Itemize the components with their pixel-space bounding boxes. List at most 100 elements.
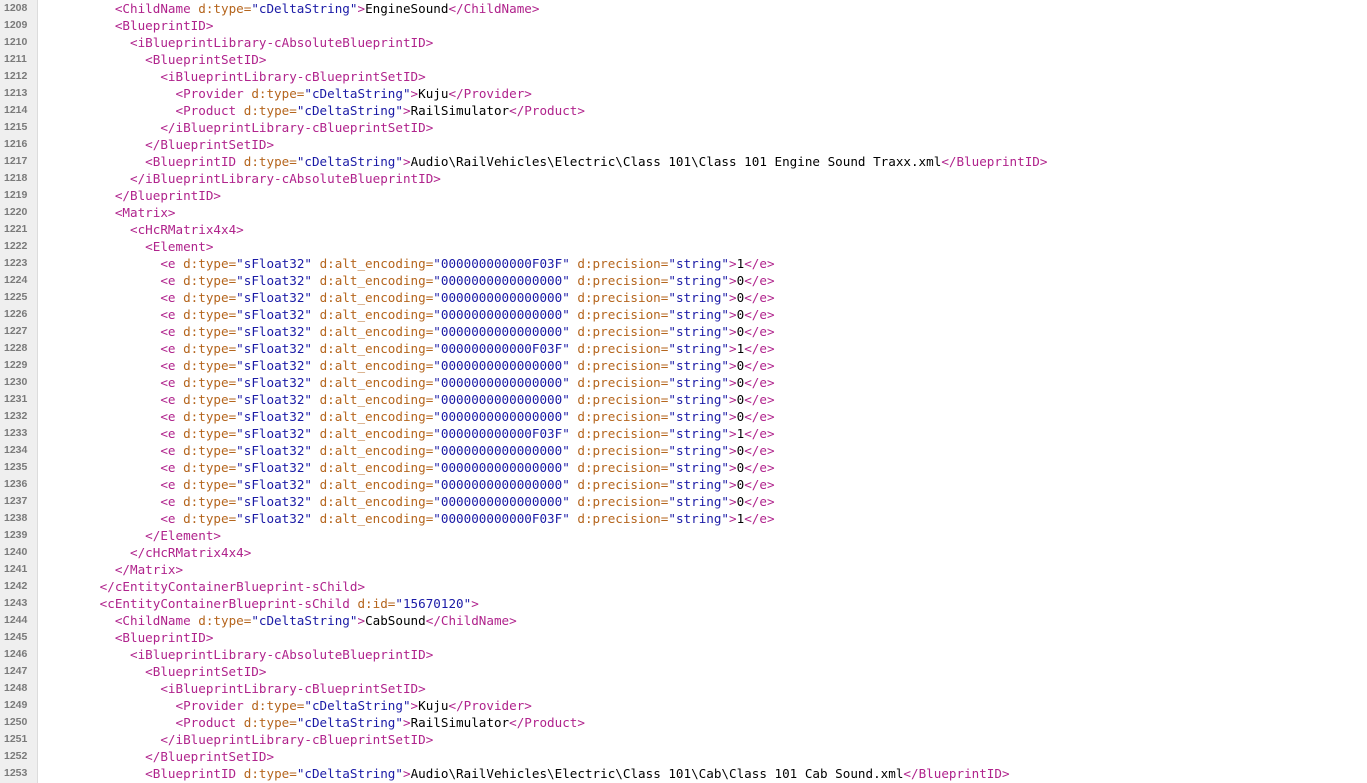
code-line[interactable]: 1220 <Matrix> — [0, 204, 1367, 221]
code-line[interactable]: 1240 </cHcRMatrix4x4> — [0, 544, 1367, 561]
code-token: d:alt_encoding= — [319, 290, 434, 305]
code-token: > — [729, 375, 737, 390]
code-line[interactable]: 1238 <e d:type="sFloat32" d:alt_encoding… — [0, 510, 1367, 527]
code-token: <e — [160, 273, 184, 288]
code-token: Audio\RailVehicles\Electric\Class 101\Cl… — [410, 154, 942, 169]
code-line[interactable]: 1242 </cEntityContainerBlueprint-sChild> — [0, 578, 1367, 595]
line-number: 1232 — [4, 410, 28, 422]
code-line[interactable]: 1213 <Provider d:type="cDeltaString">Kuj… — [0, 85, 1367, 102]
code-token: "sFloat32" — [236, 358, 320, 373]
code-line[interactable]: 1237 <e d:type="sFloat32" d:alt_encoding… — [0, 493, 1367, 510]
line-number: 1223 — [4, 257, 28, 269]
code-line[interactable]: 1246 <iBlueprintLibrary-cAbsoluteBluepri… — [0, 646, 1367, 663]
xml-code-editor[interactable]: 1208 <ChildName d:type="cDeltaString">En… — [0, 0, 1367, 783]
code-line[interactable]: 1214 <Product d:type="cDeltaString">Rail… — [0, 102, 1367, 119]
code-token: d:precision= — [577, 409, 669, 424]
code-text: <e d:type="sFloat32" d:alt_encoding="000… — [39, 391, 774, 408]
code-token: "sFloat32" — [236, 341, 320, 356]
code-line[interactable]: 1235 <e d:type="sFloat32" d:alt_encoding… — [0, 459, 1367, 476]
code-token: "cDeltaString" — [304, 86, 411, 101]
code-line[interactable]: 1209 <BlueprintID> — [0, 17, 1367, 34]
code-token: <iBlueprintLibrary-cBlueprintSetID> — [160, 681, 426, 696]
code-line[interactable]: 1221 <cHcRMatrix4x4> — [0, 221, 1367, 238]
code-line[interactable]: 1211 <BlueprintSetID> — [0, 51, 1367, 68]
code-token: > — [410, 86, 419, 101]
code-line[interactable]: 1251 </iBlueprintLibrary-cBlueprintSetID… — [0, 731, 1367, 748]
line-number: 1212 — [4, 70, 28, 82]
line-number: 1210 — [4, 36, 28, 48]
code-token: </iBlueprintLibrary-cBlueprintSetID> — [160, 120, 434, 135]
code-line[interactable]: 1230 <e d:type="sFloat32" d:alt_encoding… — [0, 374, 1367, 391]
code-line[interactable]: 1216 </BlueprintSetID> — [0, 136, 1367, 153]
code-line[interactable]: 1208 <ChildName d:type="cDeltaString">En… — [0, 0, 1367, 17]
line-number: 1226 — [4, 308, 28, 320]
code-line[interactable]: 1231 <e d:type="sFloat32" d:alt_encoding… — [0, 391, 1367, 408]
code-line[interactable]: 1218 </iBlueprintLibrary-cAbsoluteBluepr… — [0, 170, 1367, 187]
code-line[interactable]: 1223 <e d:type="sFloat32" d:alt_encoding… — [0, 255, 1367, 272]
code-line[interactable]: 1217 <BlueprintID d:type="cDeltaString">… — [0, 153, 1367, 170]
code-line[interactable]: 1210 <iBlueprintLibrary-cAbsoluteBluepri… — [0, 34, 1367, 51]
code-line[interactable]: 1236 <e d:type="sFloat32" d:alt_encoding… — [0, 476, 1367, 493]
code-line[interactable]: 1244 <ChildName d:type="cDeltaString">Ca… — [0, 612, 1367, 629]
code-text: <BlueprintSetID> — [39, 663, 266, 680]
code-token: </iBlueprintLibrary-cAbsoluteBlueprintID… — [130, 171, 441, 186]
code-line[interactable]: 1243 <cEntityContainerBlueprint-sChild d… — [0, 595, 1367, 612]
code-line[interactable]: 1228 <e d:type="sFloat32" d:alt_encoding… — [0, 340, 1367, 357]
code-token: </BlueprintSetID> — [145, 749, 275, 764]
code-token: </e> — [744, 307, 775, 322]
code-token: d:precision= — [577, 341, 669, 356]
code-line[interactable]: 1241 </Matrix> — [0, 561, 1367, 578]
code-token: d:precision= — [577, 375, 669, 390]
code-token: d:type= — [243, 766, 297, 781]
code-token: d:type= — [183, 290, 237, 305]
code-line[interactable]: 1226 <e d:type="sFloat32" d:alt_encoding… — [0, 306, 1367, 323]
code-line[interactable]: 1212 <iBlueprintLibrary-cBlueprintSetID> — [0, 68, 1367, 85]
code-line[interactable]: 1225 <e d:type="sFloat32" d:alt_encoding… — [0, 289, 1367, 306]
code-line[interactable]: 1232 <e d:type="sFloat32" d:alt_encoding… — [0, 408, 1367, 425]
code-token: </Provider> — [448, 698, 532, 713]
code-line[interactable]: 1252 </BlueprintSetID> — [0, 748, 1367, 765]
code-line[interactable]: 1245 <BlueprintID> — [0, 629, 1367, 646]
code-token: </e> — [744, 358, 775, 373]
code-line[interactable]: 1215 </iBlueprintLibrary-cBlueprintSetID… — [0, 119, 1367, 136]
line-number: 1238 — [4, 512, 28, 524]
code-text: <e d:type="sFloat32" d:alt_encoding="000… — [39, 425, 774, 442]
code-line[interactable]: 1219 </BlueprintID> — [0, 187, 1367, 204]
code-line[interactable]: 1234 <e d:type="sFloat32" d:alt_encoding… — [0, 442, 1367, 459]
code-text: </iBlueprintLibrary-cBlueprintSetID> — [39, 731, 433, 748]
code-token: "sFloat32" — [236, 375, 320, 390]
code-token: d:type= — [183, 341, 237, 356]
code-token: <e — [160, 375, 184, 390]
line-number: 1239 — [4, 529, 28, 541]
code-line[interactable]: 1248 <iBlueprintLibrary-cBlueprintSetID> — [0, 680, 1367, 697]
code-line[interactable]: 1250 <Product d:type="cDeltaString">Rail… — [0, 714, 1367, 731]
code-line[interactable]: 1239 </Element> — [0, 527, 1367, 544]
code-line[interactable]: 1222 <Element> — [0, 238, 1367, 255]
code-token: > — [729, 443, 737, 458]
code-text: </BlueprintSetID> — [39, 748, 274, 765]
code-line[interactable]: 1224 <e d:type="sFloat32" d:alt_encoding… — [0, 272, 1367, 289]
code-token: d:type= — [183, 307, 237, 322]
code-line[interactable]: 1227 <e d:type="sFloat32" d:alt_encoding… — [0, 323, 1367, 340]
code-line[interactable]: 1249 <Provider d:type="cDeltaString">Kuj… — [0, 697, 1367, 714]
code-token: <Product — [175, 715, 244, 730]
code-token: </iBlueprintLibrary-cBlueprintSetID> — [160, 732, 434, 747]
code-line[interactable]: 1247 <BlueprintSetID> — [0, 663, 1367, 680]
code-token: > — [729, 409, 737, 424]
code-line[interactable]: 1233 <e d:type="sFloat32" d:alt_encoding… — [0, 425, 1367, 442]
code-token: "string" — [668, 358, 730, 373]
code-token: <Provider — [175, 86, 252, 101]
code-token: "000000000000F03F" — [433, 426, 578, 441]
code-line[interactable]: 1229 <e d:type="sFloat32" d:alt_encoding… — [0, 357, 1367, 374]
code-token: </e> — [744, 290, 775, 305]
line-number: 1224 — [4, 274, 28, 286]
code-token: > — [729, 460, 737, 475]
code-token: d:alt_encoding= — [319, 324, 434, 339]
code-line[interactable]: 1253 <BlueprintID d:type="cDeltaString">… — [0, 765, 1367, 782]
